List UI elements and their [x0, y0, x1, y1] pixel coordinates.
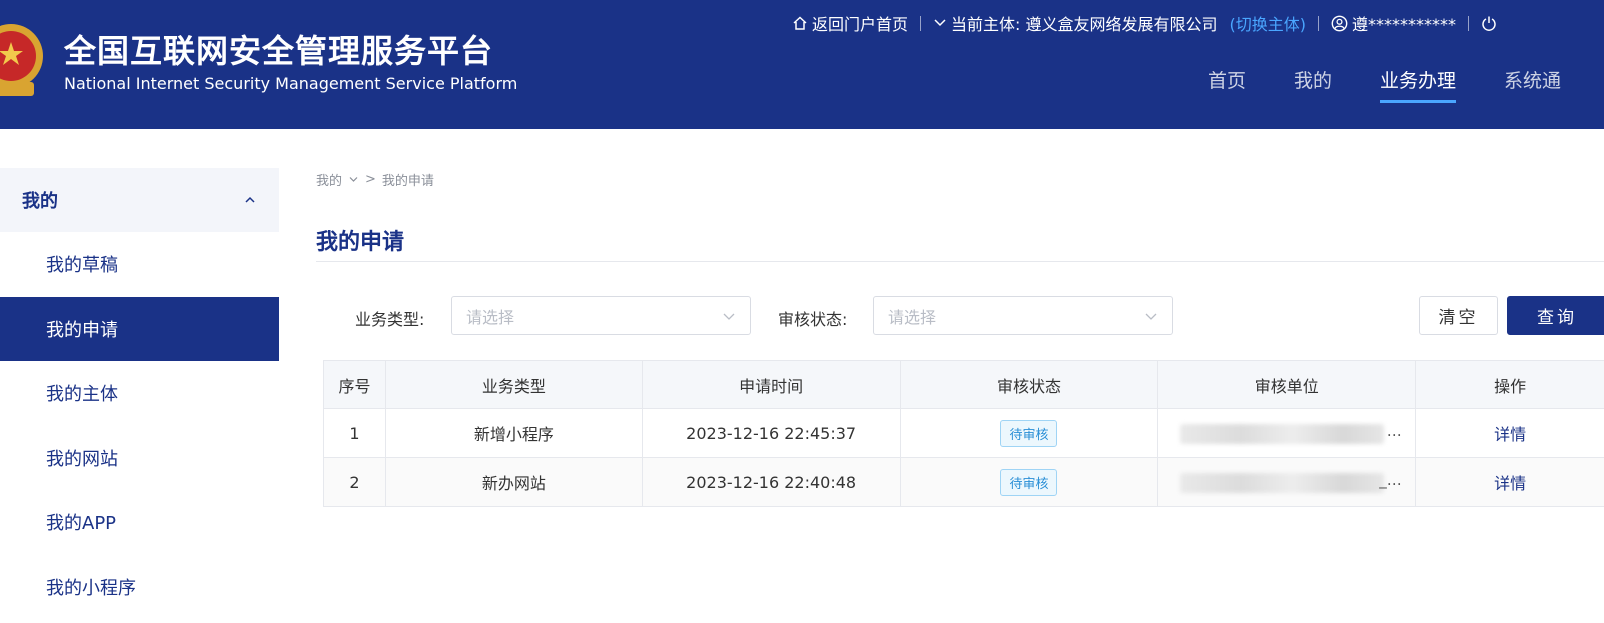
business-type-placeholder: 请选择: [466, 307, 515, 327]
redacted-unit: …: [1172, 416, 1402, 450]
sidebar-item-applications[interactable]: 我的申请: [0, 296, 279, 361]
main-nav: 首页 我的 业务办理 系统通: [1208, 66, 1604, 103]
applications-table: 序号 业务类型 申请时间 审核状态 审核单位 操作 1 新增小程序 2023-1…: [323, 360, 1604, 507]
top-utility-bar: 返回门户首页 当前主体: 遵义盒友网络发展有限公司 (切换主体) 遵******…: [792, 12, 1497, 34]
current-entity-label: 当前主体: 遵义盒友网络发展有限公司: [951, 15, 1218, 34]
power-icon: [1482, 16, 1496, 31]
sidebar-item-entities[interactable]: 我的主体: [0, 361, 279, 426]
unit-ellipsis: _…: [1379, 471, 1402, 489]
row-status-cell: 待审核: [901, 409, 1159, 457]
breadcrumb-separator-icon: >: [365, 172, 376, 187]
review-status-placeholder: 请选择: [888, 307, 937, 327]
row-time: 2023-12-16 22:40:48: [643, 458, 901, 506]
row-status-cell: 待审核: [901, 458, 1159, 506]
column-header-action: 操作: [1494, 376, 1527, 396]
nav-business[interactable]: 业务办理: [1380, 66, 1457, 103]
sidebar-group-mine[interactable]: 我的: [0, 168, 279, 232]
column-header-status: 审核状态: [901, 361, 1159, 408]
user-menu[interactable]: 遵***********: [1331, 11, 1456, 35]
entity-selector[interactable]: 当前主体: 遵义盒友网络发展有限公司 (切换主体): [933, 11, 1306, 35]
redacted-unit: _…: [1172, 465, 1402, 499]
breadcrumb: 我的 > 我的申请: [316, 170, 434, 189]
row-unit: _…: [1158, 458, 1417, 506]
business-type-label: 业务类型:: [355, 310, 425, 329]
row-type: 新办网站: [386, 458, 643, 506]
national-emblem-icon: [0, 24, 43, 96]
breadcrumb-current: 我的申请: [381, 174, 434, 189]
sidebar: 我的 我的草稿 我的申请 我的主体 我的网站 我的APP 我的小程序: [0, 168, 279, 619]
top-header: 全国互联网安全管理服务平台 National Internet Security…: [0, 0, 1604, 129]
chevron-up-icon: [245, 196, 255, 203]
chevron-down-icon: [934, 19, 946, 27]
status-badge: 待审核: [1000, 419, 1058, 447]
column-header-time: 申请时间: [643, 361, 901, 408]
nav-home[interactable]: 首页: [1208, 66, 1246, 103]
row-index: 1: [324, 409, 386, 457]
column-header-index: 序号: [324, 361, 386, 408]
sidebar-group-label: 我的: [22, 191, 58, 212]
site-title: 全国互联网安全管理服务平台: [64, 32, 494, 70]
sidebar-item-mini-programs[interactable]: 我的小程序: [0, 555, 279, 620]
logout-button[interactable]: [1481, 15, 1497, 31]
row-unit: …: [1158, 409, 1417, 457]
redaction-blur: [1179, 473, 1384, 493]
portal-home-link[interactable]: 返回门户首页: [792, 11, 908, 35]
user-name: 遵***********: [1352, 15, 1457, 34]
nav-system[interactable]: 系统通: [1504, 66, 1561, 103]
switch-entity-link[interactable]: (切换主体): [1230, 11, 1307, 35]
status-badge: 待审核: [1000, 468, 1058, 496]
row-type: 新增小程序: [386, 409, 643, 457]
page-title: 我的申请: [316, 230, 405, 255]
breadcrumb-parent[interactable]: 我的: [316, 170, 342, 189]
clear-button[interactable]: 清空: [1419, 296, 1498, 335]
row-time: 2023-12-16 22:45:37: [643, 409, 901, 457]
table-header-row: 序号 业务类型 申请时间 审核状态 审核单位 操作: [324, 361, 1604, 409]
sidebar-item-websites[interactable]: 我的网站: [0, 426, 279, 491]
chevron-down-icon: [1145, 313, 1157, 320]
query-button[interactable]: 查询: [1507, 296, 1604, 335]
sidebar-item-apps[interactable]: 我的APP: [0, 490, 279, 555]
review-status-select[interactable]: 请选择: [873, 296, 1173, 335]
divider: [316, 261, 1604, 262]
divider: [1468, 15, 1470, 31]
home-icon: [793, 16, 807, 30]
chevron-down-icon: [723, 313, 735, 320]
unit-ellipsis: …: [1386, 422, 1402, 440]
column-header-unit: 审核单位: [1158, 361, 1417, 408]
divider: [1318, 15, 1319, 31]
detail-link[interactable]: 详情: [1416, 458, 1604, 506]
row-index: 2: [324, 458, 386, 506]
nav-mine[interactable]: 我的: [1294, 66, 1332, 103]
table-row: 1 新增小程序 2023-12-16 22:45:37 待审核 … 详情: [324, 409, 1604, 458]
column-header-type: 业务类型: [386, 361, 643, 408]
sidebar-item-drafts[interactable]: 我的草稿: [0, 232, 279, 297]
chevron-down-icon: [349, 177, 358, 182]
review-status-label: 审核状态:: [778, 310, 848, 329]
portal-home-label: 返回门户首页: [812, 15, 909, 34]
divider: [920, 15, 922, 31]
redaction-blur: [1179, 424, 1384, 444]
user-icon: [1331, 15, 1348, 31]
business-type-select[interactable]: 请选择: [451, 296, 751, 335]
detail-link[interactable]: 详情: [1416, 409, 1604, 457]
site-subtitle: National Internet Security Management Se…: [64, 74, 518, 93]
table-row: 2 新办网站 2023-12-16 22:40:48 待审核 _… 详情: [324, 458, 1604, 507]
